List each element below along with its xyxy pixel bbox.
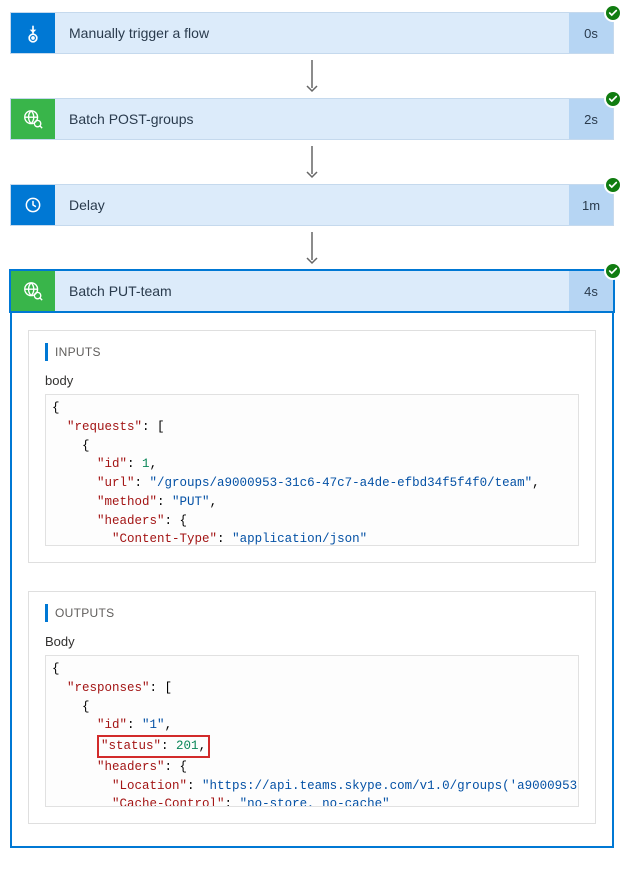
outputs-json[interactable]: { "responses": [ { "id": "1", "status": … <box>45 655 579 807</box>
success-icon <box>604 4 622 22</box>
flow-step-batch-post[interactable]: Batch POST-groups 2s <box>10 98 614 140</box>
step-title: Batch POST-groups <box>55 99 569 139</box>
inputs-heading: INPUTS <box>45 345 579 359</box>
outputs-heading: OUTPUTS <box>45 606 579 620</box>
success-icon <box>604 176 622 194</box>
arrow-down-icon <box>10 140 614 184</box>
inputs-json[interactable]: { "requests": [ { "id": 1, "url": "/grou… <box>45 394 579 546</box>
arrow-down-icon <box>10 54 614 98</box>
success-icon <box>604 262 622 280</box>
flow-step-delay[interactable]: Delay 1m <box>10 184 614 226</box>
inputs-panel: INPUTS body { "requests": [ { "id": 1, "… <box>28 330 596 563</box>
step-details: INPUTS body { "requests": [ { "id": 1, "… <box>10 312 614 848</box>
success-icon <box>604 90 622 108</box>
clock-icon <box>11 185 55 225</box>
batch-icon <box>11 99 55 139</box>
outputs-field-label: Body <box>45 634 579 649</box>
trigger-icon <box>11 13 55 53</box>
step-title: Batch PUT-team <box>55 271 569 311</box>
inputs-field-label: body <box>45 373 579 388</box>
step-title: Delay <box>55 185 569 225</box>
flow-step-batch-put[interactable]: Batch PUT-team 4s <box>10 270 614 312</box>
flow-step-trigger[interactable]: Manually trigger a flow 0s <box>10 12 614 54</box>
outputs-panel: OUTPUTS Body { "responses": [ { "id": "1… <box>28 591 596 824</box>
arrow-down-icon <box>10 226 614 270</box>
step-title: Manually trigger a flow <box>55 13 569 53</box>
batch-icon <box>11 271 55 311</box>
